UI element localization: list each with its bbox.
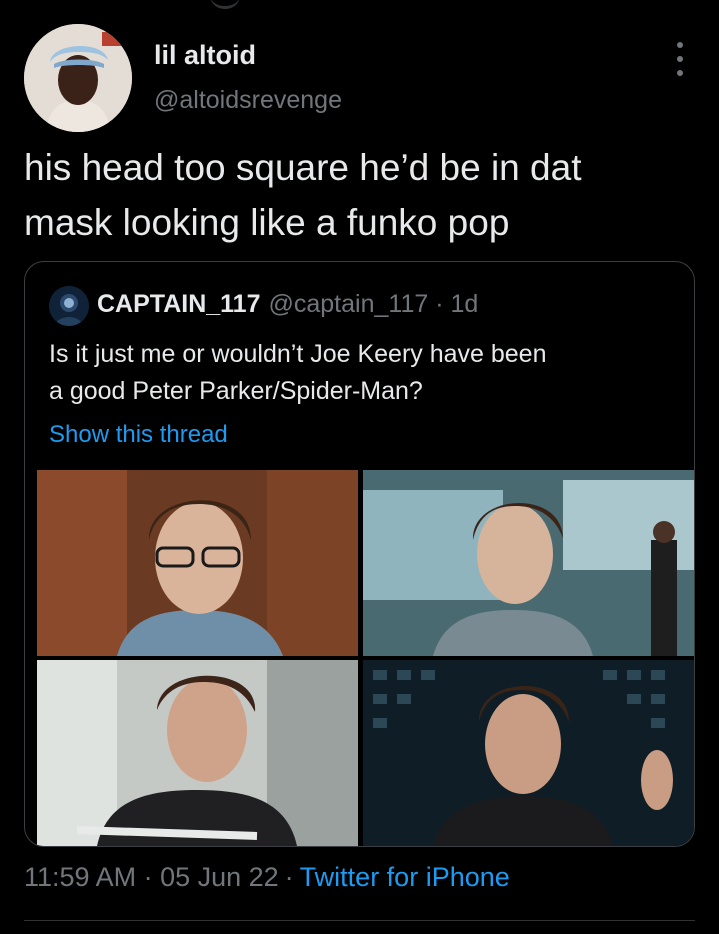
- separator-dot: ·: [284, 862, 294, 892]
- photo-1[interactable]: [37, 470, 358, 656]
- photo-2[interactable]: [363, 470, 694, 656]
- quoted-avatar[interactable]: [49, 286, 89, 326]
- source-link[interactable]: Twitter for iPhone: [300, 862, 510, 892]
- media-grid: [37, 470, 694, 846]
- divider: [24, 920, 695, 921]
- photo-3[interactable]: [37, 660, 358, 846]
- tweet-text: his head too square he’d be in dat mask …: [24, 147, 582, 243]
- quoted-display-name[interactable]: CAPTAIN_117: [97, 290, 261, 318]
- avatar-image: [24, 24, 132, 132]
- quoted-handle-time: @captain_117 · 1d: [268, 290, 479, 318]
- user-handle[interactable]: @altoidsrevenge: [154, 86, 342, 115]
- quoted-avatar-image: [49, 286, 89, 326]
- top-partial-shape: [210, 0, 240, 9]
- more-vertical-icon[interactable]: [668, 42, 692, 76]
- more-dot: [677, 70, 683, 76]
- quoted-header: CAPTAIN_117 @captain_117 · 1d: [97, 290, 478, 319]
- show-thread-link[interactable]: Show this thread: [49, 421, 228, 449]
- timestamp[interactable]: 11:59 AM · 05 Jun 22: [24, 862, 279, 892]
- quoted-tweet-text: Is it just me or wouldn’t Joe Keery have…: [49, 340, 547, 405]
- photo-4[interactable]: [363, 660, 694, 846]
- display-name[interactable]: lil altoid: [154, 40, 256, 71]
- avatar[interactable]: [24, 24, 132, 132]
- tweet-meta-row: 11:59 AM · 05 Jun 22 · Twitter for iPhone: [24, 862, 510, 893]
- quoted-tweet-card[interactable]: CAPTAIN_117 @captain_117 · 1d Is it just …: [24, 261, 695, 847]
- more-dot: [677, 56, 683, 62]
- more-dot: [677, 42, 683, 48]
